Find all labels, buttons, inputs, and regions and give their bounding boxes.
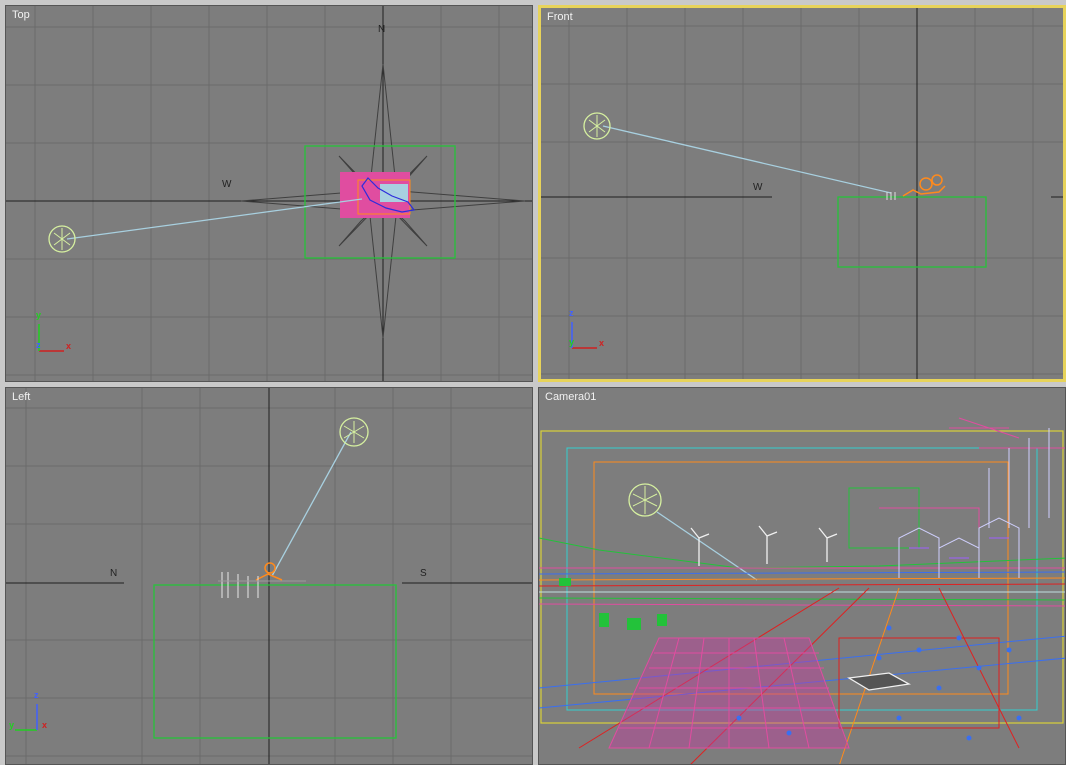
camera-object[interactable]: [902, 174, 946, 197]
viewport-label-top[interactable]: Top: [12, 9, 30, 21]
gizmo-label-x: x: [66, 341, 72, 351]
light-icon[interactable]: [583, 112, 611, 140]
light-target-line: [66, 198, 363, 240]
car-object: [847, 672, 911, 691]
gizmo-label-y: y: [9, 720, 15, 730]
viewport-label-left[interactable]: Left: [12, 391, 30, 403]
selection-box[interactable]: [153, 584, 397, 739]
gizmo-label-x: x: [42, 720, 48, 730]
buildings: [898, 428, 1050, 578]
axis-gizmo: [571, 322, 597, 349]
scene-geometry: [886, 192, 896, 200]
viewport-camera-canvas[interactable]: [539, 388, 1066, 765]
gizmo-label-y: y: [569, 337, 575, 347]
axis-gizmo: [38, 324, 64, 352]
buildings-detail: [909, 537, 1009, 559]
viewport-label-front[interactable]: Front: [547, 11, 573, 23]
viewport-top[interactable]: Top W N y x z: [5, 5, 533, 382]
selection-box[interactable]: [837, 196, 987, 268]
scene-object: [380, 184, 408, 202]
compass-west: W: [222, 179, 232, 190]
viewport-top-canvas[interactable]: [6, 6, 533, 382]
gizmo-label-x: x: [599, 338, 605, 348]
gizmo-label-y: y: [36, 310, 42, 320]
compass-north: N: [378, 24, 386, 35]
viewport-left-canvas[interactable]: [6, 388, 533, 765]
viewport-front-canvas[interactable]: [541, 8, 1063, 379]
compass-north: N: [110, 568, 118, 579]
light-target-line: [656, 511, 758, 581]
compass-south: S: [420, 568, 427, 579]
light-target-line: [271, 431, 352, 577]
gizmo-label-z: z: [34, 690, 39, 700]
gizmo-label-z: z: [569, 308, 574, 318]
light-icon[interactable]: [339, 417, 369, 447]
viewport-camera[interactable]: Camera01: [538, 387, 1066, 765]
wind-turbines: [690, 525, 838, 566]
light-target-line: [602, 125, 892, 194]
viewport-label-camera[interactable]: Camera01: [545, 391, 596, 403]
light-icon[interactable]: [628, 483, 662, 517]
grid: [541, 8, 1063, 379]
floor-mesh[interactable]: [608, 637, 850, 749]
gizmo-label-z: z: [36, 340, 41, 350]
compass-west: W: [753, 182, 763, 193]
viewport-left[interactable]: Left N S z y x: [5, 387, 533, 765]
grid: [6, 6, 532, 381]
viewport-front[interactable]: Front W z x y: [538, 5, 1066, 382]
